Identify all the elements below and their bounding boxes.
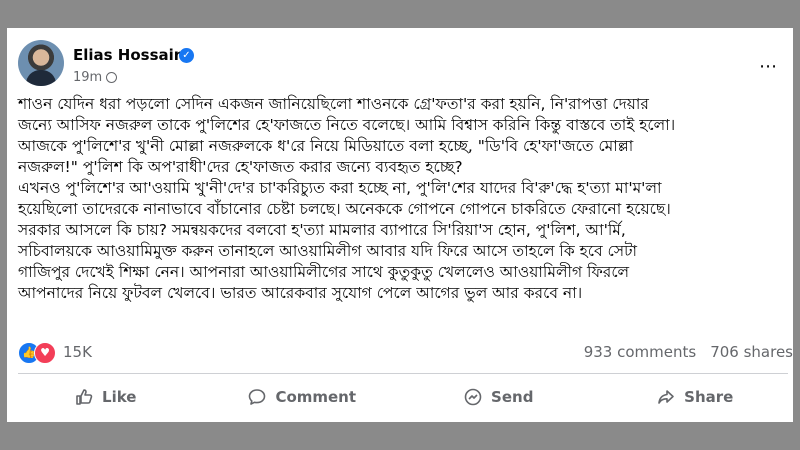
divider <box>18 373 788 374</box>
share-label: Share <box>684 388 734 406</box>
avatar[interactable] <box>18 40 64 86</box>
share-count[interactable]: 706 shares <box>710 343 793 361</box>
action-bar: Like Comment Send Share <box>7 380 793 414</box>
post-line: আপনাদের নিয়ে ফুটবল খেলবে। ভারত আরেকবার … <box>18 284 583 302</box>
globe-icon <box>106 72 118 83</box>
post-line: হয়েছিলো তাদেরকে নানাভাবে বাঁচানোর চেষ্ট… <box>18 200 671 218</box>
post-line: নজরুল!" পু'লিশ কি অপ'রাধী'দের হে'ফাজত কর… <box>18 158 463 176</box>
comment-label: Comment <box>275 388 357 406</box>
verified-badge-icon: ✓ <box>179 48 194 63</box>
post-body: শাওন যেদিন ধরা পড়লো সেদিন একজন জানিয়েছ… <box>18 94 788 304</box>
send-button[interactable]: Send <box>400 380 597 414</box>
bottom-letterbox <box>0 422 800 450</box>
facebook-post-card: Elias Hossain ✓ 19m ⋯ শাওন যেদিন ধরা পড়… <box>7 28 793 422</box>
send-label: Send <box>491 388 534 406</box>
post-line: এখনও পু'লিশে'র আ'ওয়ামি খু'নী'দে'র চা'কর… <box>18 179 662 197</box>
share-icon <box>658 390 674 404</box>
like-label: Like <box>102 388 137 406</box>
comment-button[interactable]: Comment <box>204 380 401 414</box>
top-letterbox <box>0 0 800 28</box>
comment-count[interactable]: 933 comments <box>584 343 696 361</box>
post-time[interactable]: 19m <box>73 70 102 85</box>
messenger-icon <box>464 388 482 406</box>
post-line: আজকে পু'লিশে'র খু'নী মোল্লা নজরুলকে ধ'রে… <box>18 137 634 155</box>
thumbs-up-icon <box>76 389 93 405</box>
share-button[interactable]: Share <box>597 380 794 414</box>
post-line: সরকার আসলে কি চায়? সমন্বয়কদের বলবো হ'ত… <box>18 221 626 239</box>
post-line: সচিবালয়কে আওয়ামিমুক্ত করুন তানাহলে আওয… <box>18 242 638 260</box>
post-meta: 19m <box>73 70 118 85</box>
like-button[interactable]: Like <box>7 380 204 414</box>
post-line: শাওন যেদিন ধরা পড়লো সেদিন একজন জানিয়েছ… <box>18 95 649 113</box>
avatar-figure <box>26 70 56 86</box>
post-line: জন্যে আসিফ নজরুল তাকে পু'লিশের হে'ফাজতে … <box>18 116 676 134</box>
post-line: গাজিপুর দেখেই শিক্ষা নেন। আপনারা আওয়ামি… <box>18 263 630 281</box>
author-name[interactable]: Elias Hossain <box>73 46 184 64</box>
comment-icon <box>249 389 266 405</box>
engagement-counts: 933 comments 706 shares <box>7 343 793 361</box>
more-options-icon[interactable]: ⋯ <box>759 56 778 77</box>
